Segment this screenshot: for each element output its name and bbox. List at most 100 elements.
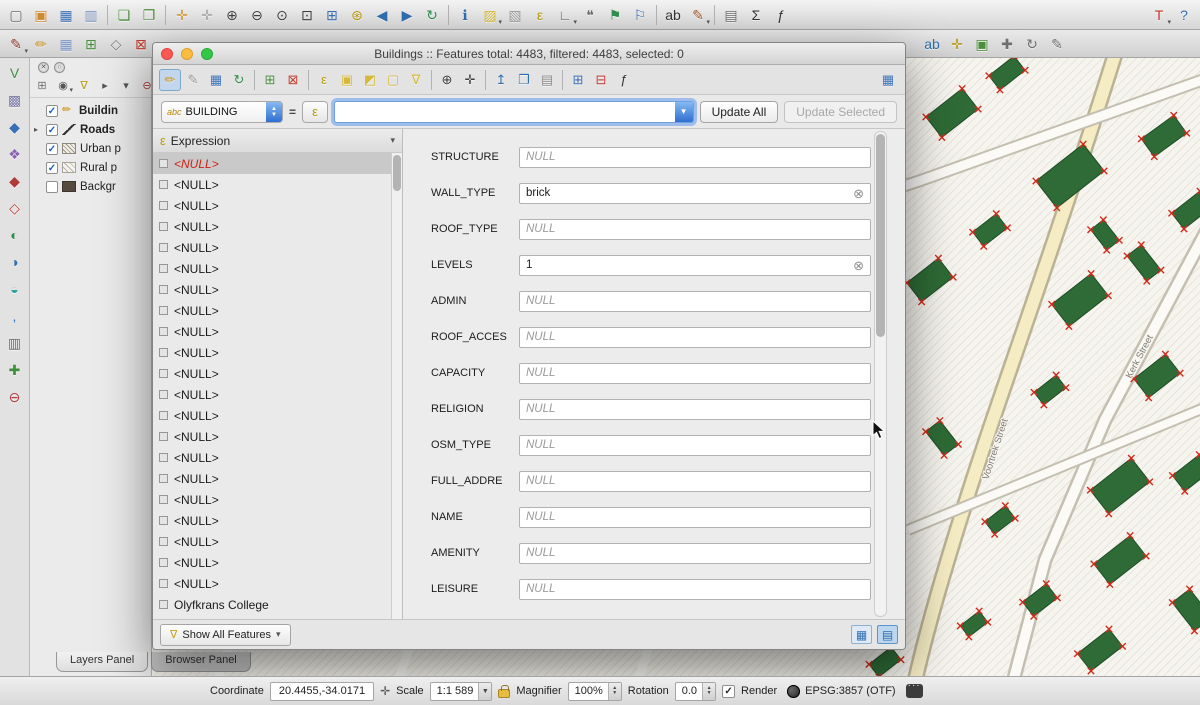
invert-selection-icon[interactable]: ◩	[359, 69, 381, 91]
collapse-all-icon[interactable]: ▾	[116, 77, 136, 95]
open-project-icon[interactable]: ▣	[29, 3, 53, 27]
new-shapefile-layer-icon[interactable]: ✚	[3, 358, 27, 382]
feature-list-item[interactable]: <NULL>	[153, 384, 402, 405]
mouse-position-icon[interactable]: ✛	[380, 684, 390, 698]
feature-list-item[interactable]: <NULL>	[153, 279, 402, 300]
table-view-toggle[interactable]: ▦	[851, 625, 872, 644]
label-highlight-icon[interactable]: ▣	[970, 32, 994, 56]
delete-selected-icon[interactable]: ⊠	[129, 32, 153, 56]
feature-list-item[interactable]: <NULL>	[153, 405, 402, 426]
text-annotation-icon[interactable]: T▾	[1147, 3, 1171, 27]
clear-field-icon[interactable]: ⊗	[853, 259, 864, 272]
add-virtual-layer-icon[interactable]: ▥	[3, 331, 27, 355]
save-edits-icon[interactable]: ▦	[205, 69, 227, 91]
conditional-formatting-icon[interactable]: ▦	[877, 69, 899, 91]
add-postgis-layer-icon[interactable]: ◆	[3, 115, 27, 139]
close-button[interactable]	[161, 48, 173, 60]
tab-layers-panel[interactable]: Layers Panel	[56, 652, 148, 672]
feature-list-item[interactable]: Olyfkrans College	[153, 594, 402, 615]
feature-list-item[interactable]: <NULL>	[153, 174, 402, 195]
pan-to-selection-icon[interactable]: ✛	[195, 3, 219, 27]
add-feature-icon[interactable]: ⊞	[79, 32, 103, 56]
feature-list-item[interactable]: <NULL>	[153, 342, 402, 363]
tab-browser-panel[interactable]: Browser Panel	[151, 652, 251, 672]
feature-list-item[interactable]: <NULL>	[153, 573, 402, 594]
zoom-next-icon[interactable]: ▶	[395, 3, 419, 27]
remove-layer-icon[interactable]: ⊖	[3, 385, 27, 409]
layer-labeling-icon[interactable]: ab	[920, 32, 944, 56]
rotation-spin[interactable]: 0.0 ▲▼	[675, 682, 716, 701]
add-wcs-layer-icon[interactable]: ◑	[3, 250, 27, 274]
coordinate-input[interactable]: 20.4455,-34.0171	[270, 682, 374, 701]
new-field-icon[interactable]: ⊞	[567, 69, 589, 91]
reload-table-icon[interactable]: ↻	[228, 69, 250, 91]
stepper-icon[interactable]: ▲▼	[702, 683, 715, 700]
expand-all-icon[interactable]: ▸	[95, 77, 115, 95]
composer-manager-icon[interactable]: ❐	[137, 3, 161, 27]
zoom-in-icon[interactable]: ⊕	[220, 3, 244, 27]
layer-visibility-checkbox[interactable]: ✓	[46, 124, 58, 136]
combo-stepper-icon[interactable]: ▲▼	[266, 102, 282, 122]
chevron-down-icon[interactable]: ▼	[478, 683, 491, 700]
field-input-religion[interactable]: NULL	[519, 399, 871, 420]
update-selected-button[interactable]: Update Selected	[784, 101, 897, 123]
add-wfs-layer-icon[interactable]: ◒	[3, 277, 27, 301]
form-view-toggle[interactable]: ▤	[877, 625, 898, 644]
annotation-icon[interactable]: ✎▾	[686, 3, 710, 27]
feature-list-item[interactable]: <NULL>	[153, 216, 402, 237]
feature-list-item[interactable]: <NULL>	[153, 363, 402, 384]
help-icon[interactable]: ?	[1172, 3, 1196, 27]
field-input-name[interactable]: NULL	[519, 507, 871, 528]
field-input-admin[interactable]: NULL	[519, 291, 871, 312]
label-pin-icon[interactable]: ✛	[945, 32, 969, 56]
messages-icon[interactable]	[906, 684, 923, 698]
zoom-to-layer-icon[interactable]: ⊞	[320, 3, 344, 27]
deselect-all-layers-icon[interactable]: ▧	[503, 3, 527, 27]
show-bookmarks-icon[interactable]: ⚐	[628, 3, 652, 27]
feature-list-item[interactable]: <NULL>	[153, 552, 402, 573]
stepper-icon[interactable]: ▲▼	[608, 683, 621, 700]
add-spatialite-layer-icon[interactable]: ❖	[3, 142, 27, 166]
layer-item-rural-p[interactable]: ✓Rural p	[30, 158, 151, 177]
new-project-icon[interactable]: ▢	[4, 3, 28, 27]
zoom-full-extent-icon[interactable]: ⊡	[295, 3, 319, 27]
copy-selection-icon[interactable]: ❐	[513, 69, 535, 91]
zoom-last-icon[interactable]: ◀	[370, 3, 394, 27]
rotate-label-icon[interactable]: ↻	[1020, 32, 1044, 56]
dialog-titlebar[interactable]: Buildings :: Features total: 4483, filte…	[153, 43, 905, 65]
field-input-capacity[interactable]: NULL	[519, 363, 871, 384]
add-wms-layer-icon[interactable]: ◐	[3, 223, 27, 247]
map-tips-icon[interactable]: ❝	[578, 3, 602, 27]
toggle-editing-icon[interactable]: ✏	[159, 69, 181, 91]
form-scrollbar[interactable]	[874, 131, 887, 617]
current-edits-icon[interactable]: ✎▾	[4, 32, 28, 56]
add-vector-layer-icon[interactable]: V	[3, 61, 27, 85]
add-delimited-text-layer-icon[interactable]: ,	[3, 304, 27, 328]
field-input-levels[interactable]: 1⊗	[519, 255, 871, 276]
feature-list-item[interactable]: <NULL>	[153, 531, 402, 552]
save-project-as-icon[interactable]: ▥	[79, 3, 103, 27]
feature-list-item[interactable]: <NULL>	[153, 426, 402, 447]
select-by-expression-icon[interactable]: ε	[313, 69, 335, 91]
move-selection-to-top-icon[interactable]: ↥	[490, 69, 512, 91]
scrollbar-thumb[interactable]	[393, 155, 401, 191]
feature-list-item[interactable]: <NULL>	[153, 237, 402, 258]
layer-visibility-checkbox[interactable]: ✓	[46, 105, 58, 117]
feature-list-item[interactable]: Department of Labour Swellendam	[153, 615, 402, 619]
open-attribute-table-icon[interactable]: ▤	[719, 3, 743, 27]
add-group-icon[interactable]: ⊞	[32, 77, 52, 95]
feature-list-item[interactable]: <NULL>	[153, 510, 402, 531]
layer-visibility-checkbox[interactable]: ✓	[46, 143, 58, 155]
add-feature-icon[interactable]: ⊞	[259, 69, 281, 91]
toggle-editing-icon[interactable]: ✏	[29, 32, 53, 56]
feature-filter-button[interactable]: ∇ Show All Features ▾	[160, 624, 291, 646]
field-calculator-icon[interactable]: ƒ	[769, 3, 793, 27]
multi-edit-icon[interactable]: ✎	[182, 69, 204, 91]
expression-builder-button[interactable]: ε	[302, 101, 328, 123]
filter-select-icon[interactable]: ∇	[405, 69, 427, 91]
field-selector[interactable]: abc BUILDING ▲▼	[161, 101, 283, 123]
pan-to-selection-icon[interactable]: ✛	[459, 69, 481, 91]
field-input-wall_type[interactable]: brick⊗	[519, 183, 871, 204]
feature-list-item[interactable]: <NULL>	[153, 300, 402, 321]
field-input-roof_acces[interactable]: NULL	[519, 327, 871, 348]
